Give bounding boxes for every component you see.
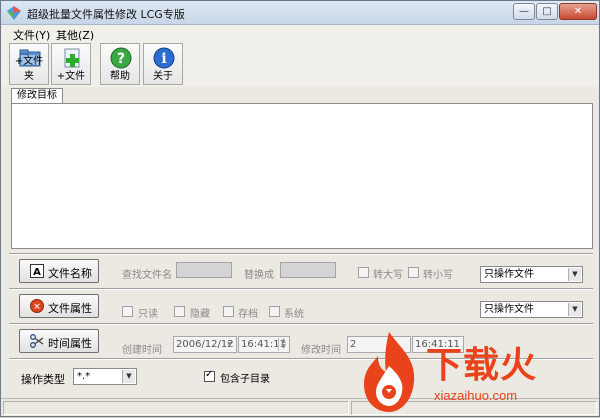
readonly-label: 只读: [138, 309, 158, 320]
add-file-button[interactable]: +文件: [51, 43, 91, 85]
attr-scope-value: 只操作文件: [484, 304, 534, 315]
chevron-down-icon: ▼: [122, 370, 135, 383]
op-type-label: 操作类型: [21, 373, 65, 386]
file-add-icon: [64, 48, 80, 68]
tab-target[interactable]: 修改目标: [11, 88, 63, 104]
watermark-url: xiazaihuo.com: [434, 388, 518, 403]
watermark-logo: 下载火 xiazaihuo.com: [346, 326, 600, 418]
modified-label: 修改时间: [301, 345, 341, 356]
info-icon: i: [153, 47, 175, 69]
about-label: 关于: [153, 71, 173, 82]
rename-scope-select[interactable]: 只操作文件 ▼: [480, 266, 583, 283]
attributes-button[interactable]: ✕ 文件属性: [19, 294, 99, 318]
hidden-checkbox[interactable]: [174, 306, 185, 317]
replace-label: 替换成: [244, 270, 274, 281]
chevron-down-icon: ▼: [227, 341, 232, 348]
add-folder-label: +文件夹: [14, 56, 44, 82]
chevron-down-icon: ▼: [568, 268, 581, 281]
op-type-select[interactable]: *.* ▼: [73, 368, 137, 385]
separator: [9, 323, 593, 325]
app-window: 超级批量文件属性修改 LCG专版 — □ ✕ 文件(Y) 其他(Z) +文件夹 …: [0, 0, 600, 417]
spinner-icon: ▲ ▼: [278, 338, 288, 351]
svg-text:✕: ✕: [33, 303, 41, 313]
help-label: 帮助: [110, 71, 130, 82]
created-label: 创建时间: [122, 345, 162, 356]
created-time-picker[interactable]: 16:41:11 ▲ ▼: [238, 336, 290, 353]
status-pane: [3, 401, 349, 415]
system-label: 系统: [284, 309, 304, 320]
uppercase-label: 转大写: [373, 270, 403, 281]
uppercase-checkbox[interactable]: [358, 267, 369, 278]
replace-input[interactable]: [280, 262, 336, 278]
watermark-brand: 下载火: [426, 345, 538, 386]
close-button[interactable]: ✕: [559, 3, 597, 20]
svg-text:A: A: [33, 267, 41, 278]
include-subdirs-label: 包含子目录: [220, 374, 270, 385]
rename-button[interactable]: A 文件名称: [19, 259, 99, 283]
chevron-down-icon: ▼: [568, 303, 581, 316]
archive-checkbox[interactable]: [223, 306, 234, 317]
tab-strip: 修改目标: [9, 87, 593, 104]
attributes-icon: ✕: [30, 299, 44, 313]
title-bar[interactable]: 超级批量文件属性修改 LCG专版 — □ ✕: [1, 1, 599, 25]
time-button[interactable]: 时间属性: [19, 329, 99, 353]
help-button[interactable]: ? 帮助: [100, 43, 140, 85]
toolbar: +文件夹 +文件 ? 帮助 i 关于: [1, 41, 599, 87]
menu-bar: 文件(Y) 其他(Z): [1, 25, 599, 42]
find-input[interactable]: [176, 262, 232, 278]
add-folder-button[interactable]: +文件夹: [9, 43, 49, 85]
archive-label: 存档: [238, 309, 258, 320]
system-checkbox[interactable]: [269, 306, 280, 317]
lowercase-checkbox[interactable]: [408, 267, 419, 278]
time-button-label: 时间属性: [48, 337, 92, 350]
created-date-picker[interactable]: 2006/12/12 ▼: [173, 336, 237, 353]
app-icon: [7, 6, 21, 20]
lowercase-label: 转小写: [423, 270, 453, 281]
separator: [9, 253, 593, 255]
hidden-label: 隐藏: [190, 309, 210, 320]
attributes-button-label: 文件属性: [48, 302, 92, 315]
svg-text:?: ?: [117, 51, 125, 67]
attr-scope-select[interactable]: 只操作文件 ▼: [480, 301, 583, 318]
maximize-button[interactable]: □: [536, 3, 558, 20]
text-a-icon: A: [30, 264, 44, 278]
readonly-checkbox[interactable]: [122, 306, 133, 317]
add-file-label: +文件: [56, 71, 86, 82]
about-button[interactable]: i 关于: [143, 43, 183, 85]
rename-scope-value: 只操作文件: [484, 269, 534, 280]
rename-button-label: 文件名称: [48, 267, 92, 280]
flame-logo-icon: [364, 332, 415, 412]
svg-text:i: i: [161, 51, 166, 67]
window-title: 超级批量文件属性修改 LCG专版: [27, 8, 185, 21]
minimize-button[interactable]: —: [513, 3, 535, 20]
separator: [9, 288, 593, 290]
include-subdirs-checkbox[interactable]: [204, 369, 215, 382]
find-label: 查找文件名: [122, 270, 172, 281]
target-list[interactable]: [11, 103, 593, 249]
scissors-icon: [30, 334, 44, 348]
help-icon: ?: [110, 47, 132, 69]
op-type-value: *.*: [77, 371, 91, 382]
